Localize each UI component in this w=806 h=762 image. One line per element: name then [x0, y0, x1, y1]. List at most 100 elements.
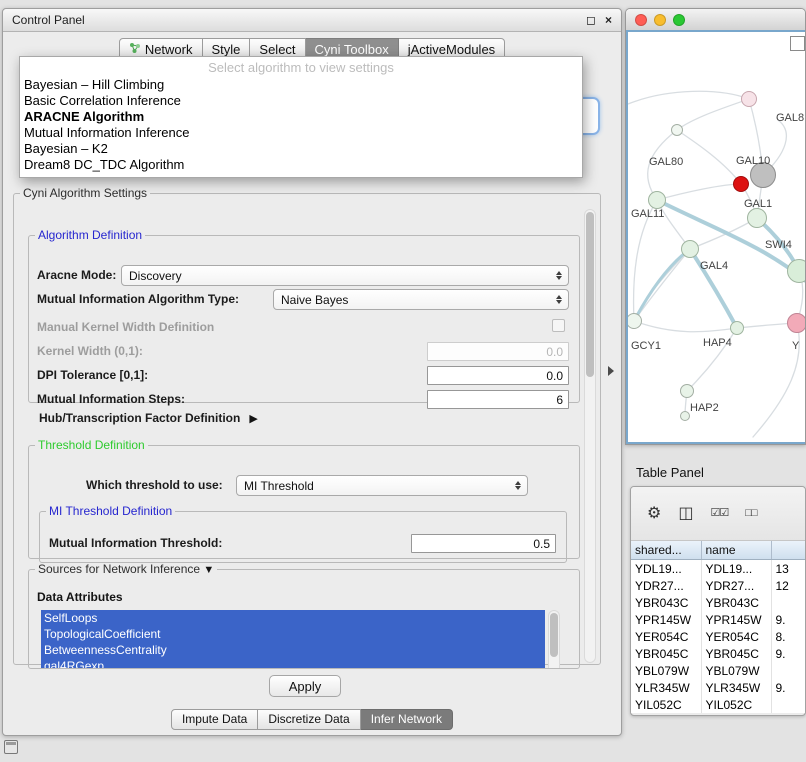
network-node-gal1[interactable]	[747, 208, 767, 228]
node-label-gal10: GAL10	[736, 155, 770, 167]
gear-icon[interactable]: ⚙	[647, 506, 661, 522]
apply-button[interactable]: Apply	[269, 675, 341, 697]
algorithm-option-basic-correlation-inference[interactable]: Basic Correlation Inference	[20, 93, 582, 109]
algorithm-option-aracne-algorithm[interactable]: ARACNE Algorithm	[20, 109, 582, 125]
algorithm-option-bayesian-k2[interactable]: Bayesian – K2	[20, 141, 582, 157]
network-edge[interactable]	[677, 130, 741, 184]
network-edges-svg	[628, 32, 805, 444]
which-threshold-select[interactable]: MI Threshold	[236, 475, 528, 496]
threshold-definition-group: Threshold Definition Which threshold to …	[28, 439, 580, 559]
network-node-gal11[interactable]	[648, 191, 666, 209]
network-window-titlebar[interactable]	[626, 9, 805, 31]
column-header[interactable]	[771, 541, 806, 560]
control-panel-titlebar[interactable]: Control Panel ◻ ×	[3, 9, 621, 32]
scrollbar-thumb[interactable]	[586, 212, 594, 377]
table-row[interactable]: YBL079WYBL079W	[631, 662, 806, 679]
bottom-tab-impute-data[interactable]: Impute Data	[171, 709, 258, 730]
node-table: shared...name YDL19...YDL19...13YDR27...…	[631, 541, 806, 713]
mi-threshold-input[interactable]	[411, 534, 556, 553]
minimized-panel-icon[interactable]	[4, 740, 18, 754]
attribute-item-topologicalcoefficient[interactable]: TopologicalCoefficient	[41, 626, 545, 642]
sources-title[interactable]: Sources for Network Inference ▼	[35, 563, 217, 576]
algorithm-option-dream8-dc-tdc-algorithm[interactable]: Dream8 DC_TDC Algorithm	[20, 157, 582, 173]
deselect-all-icon[interactable]: □□	[745, 508, 756, 519]
table-row[interactable]: YER054CYER054C8.	[631, 628, 806, 645]
table-cell	[771, 696, 806, 713]
float-window-icon[interactable]: ◻	[586, 14, 596, 26]
network-node-gcy1[interactable]	[626, 313, 642, 329]
algorithm-option-bayesian-hill-climbing[interactable]: Bayesian – Hill Climbing	[20, 77, 582, 93]
mi-type-select[interactable]: Naive Bayes	[273, 289, 569, 310]
tab-label: Network	[145, 42, 193, 57]
table-row[interactable]: YBR043CYBR043C	[631, 594, 806, 611]
select-all-icon[interactable]: ☑☑	[710, 508, 728, 519]
settings-scrollbar[interactable]	[584, 209, 596, 663]
columns-icon[interactable]: ◫	[678, 506, 693, 522]
table-cell: YIL052C	[701, 696, 771, 713]
bottom-tab-infer-network[interactable]: Infer Network	[361, 709, 453, 730]
combo-arrows-icon	[554, 271, 563, 280]
bottom-tab-discretize-data[interactable]: Discretize Data	[258, 709, 360, 730]
network-edge[interactable]	[677, 99, 749, 130]
manual-kernel-checkbox[interactable]	[552, 319, 565, 332]
scrollbar-thumb[interactable]	[550, 613, 558, 657]
table-row[interactable]: YDR27...YDR27...12	[631, 577, 806, 594]
network-node[interactable]	[680, 411, 690, 421]
attribute-item-gal4rgexp[interactable]: gal4RGexp	[41, 658, 545, 669]
algorithm-option-mutual-information-inference[interactable]: Mutual Information Inference	[20, 125, 582, 141]
table-row[interactable]: YPR145WYPR145W9.	[631, 611, 806, 628]
network-edge[interactable]	[634, 321, 737, 332]
network-node[interactable]	[733, 176, 749, 192]
column-header[interactable]: shared...	[631, 541, 701, 560]
hub-definition-label: Hub/Transcription Factor Definition	[39, 411, 240, 425]
hub-definition-toggle[interactable]: Hub/Transcription Factor Definition ▶	[39, 411, 258, 425]
mi-threshold-definition-title: MI Threshold Definition	[46, 505, 175, 517]
network-node[interactable]	[671, 124, 683, 136]
combo-arrows-icon	[554, 295, 563, 304]
network-node-hap2[interactable]	[680, 384, 694, 398]
node-label-y: Y	[792, 340, 799, 352]
mi-threshold-definition-group: MI Threshold Definition Mutual Informati…	[39, 505, 567, 563]
dpi-tolerance-input[interactable]	[427, 366, 569, 385]
attribute-item-betweennesscentrality[interactable]: BetweennessCentrality	[41, 642, 545, 658]
column-header[interactable]: name	[701, 541, 771, 560]
network-node[interactable]	[787, 313, 805, 333]
dpi-tolerance-label: DPI Tolerance [0,1]:	[37, 368, 148, 382]
table-row[interactable]: YLR345WYLR345W9.	[631, 679, 806, 696]
network-node-gal4[interactable]	[681, 240, 699, 258]
network-node-hap4[interactable]	[730, 321, 744, 335]
algorithm-options-list: Bayesian – Hill ClimbingBasic Correlatio…	[20, 77, 582, 173]
table-row[interactable]: YDL19...YDL19...13	[631, 560, 806, 578]
zoom-traffic-light[interactable]	[673, 14, 685, 26]
attribute-list-scrollbar[interactable]	[548, 610, 560, 669]
mi-type-value: Naive Bayes	[274, 293, 554, 307]
tab-label: Infer Network	[371, 712, 442, 726]
mi-steps-input[interactable]	[427, 390, 569, 409]
mi-steps-row: Mutual Information Steps:	[29, 389, 579, 411]
node-label-gal80: GAL80	[649, 156, 683, 168]
aracne-mode-select[interactable]: Discovery	[121, 265, 569, 286]
close-traffic-light[interactable]	[635, 14, 647, 26]
table-cell: YBR043C	[701, 594, 771, 611]
table-cell: YLR345W	[701, 679, 771, 696]
minimize-traffic-light[interactable]	[654, 14, 666, 26]
network-canvas[interactable]: GAL8GAL80GAL10GAL11GAL1SWI4GAL4GCY1HAP4H…	[626, 30, 805, 444]
attribute-item-selfloops[interactable]: SelfLoops	[41, 610, 545, 626]
table-row[interactable]: YBR045CYBR045C9.	[631, 645, 806, 662]
table-cell: 9.	[771, 679, 806, 696]
which-threshold-value: MI Threshold	[237, 479, 513, 493]
panel-collapse-arrow[interactable]	[608, 366, 614, 376]
network-node-swi4[interactable]	[787, 259, 805, 283]
table-cell: YPR145W	[631, 611, 701, 628]
table-cell: YIL052C	[631, 696, 701, 713]
tab-label: Select	[259, 42, 295, 57]
network-node[interactable]	[741, 91, 757, 107]
network-edge[interactable]	[628, 91, 749, 104]
network-edge[interactable]	[634, 249, 690, 321]
node-label-gal1: GAL1	[744, 198, 772, 210]
network-edge[interactable]	[657, 184, 741, 200]
tab-label: Impute Data	[182, 712, 247, 726]
table-row[interactable]: YIL052CYIL052C	[631, 696, 806, 713]
bottom-tabs: Impute Data Discretize Data Infer Network	[3, 709, 621, 730]
close-window-icon[interactable]: ×	[605, 14, 612, 26]
